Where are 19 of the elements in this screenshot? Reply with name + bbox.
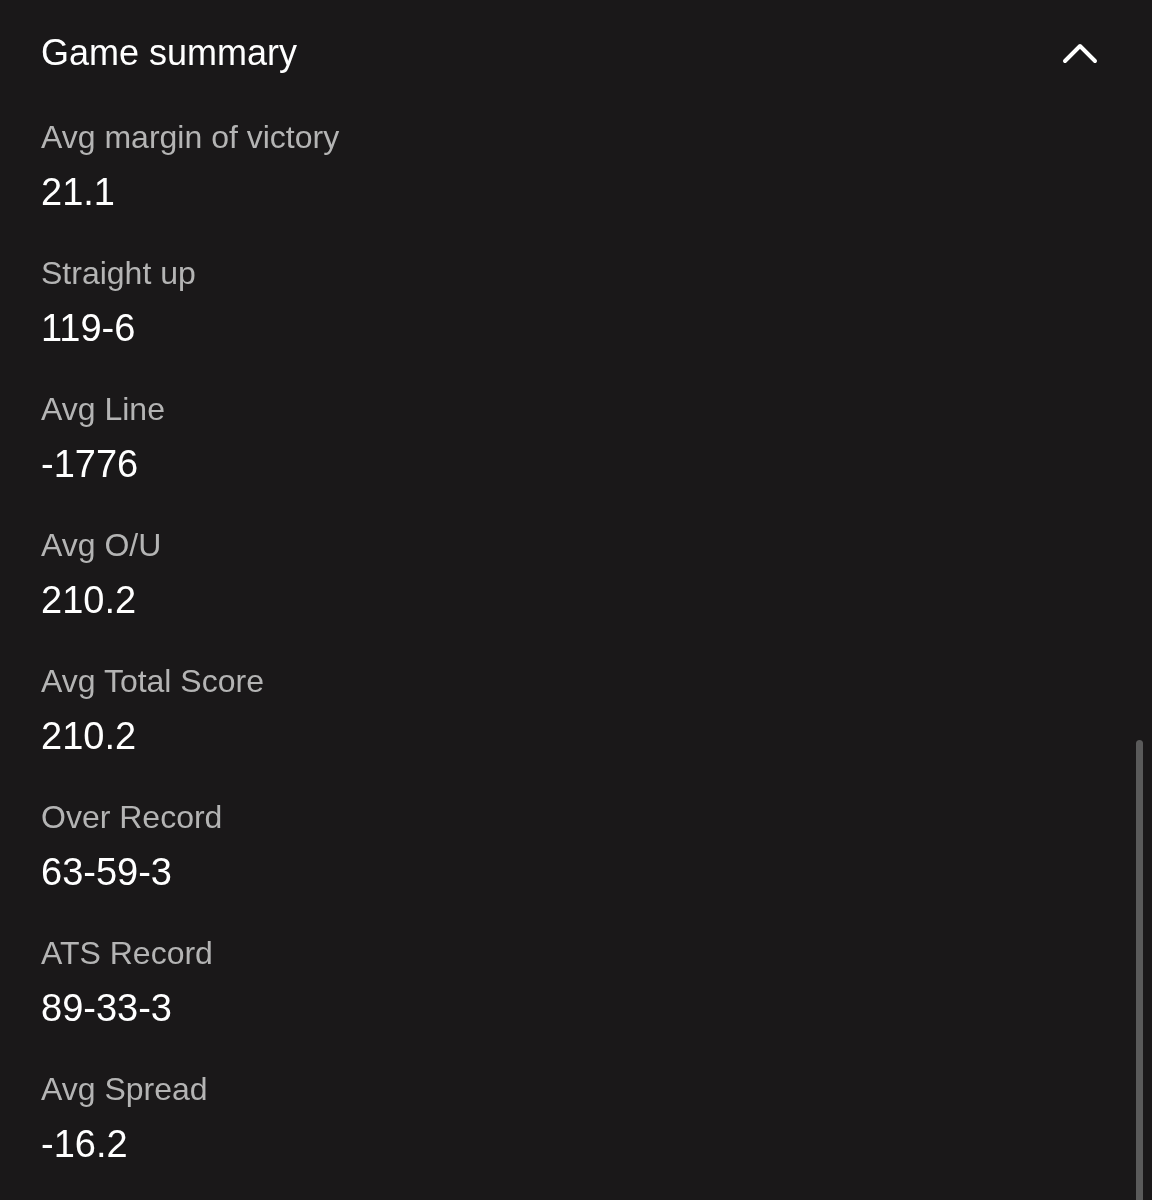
stat-label: ATS Record [41, 934, 214, 973]
section-title: Game summary [41, 31, 298, 75]
stat-value: 63-59-3 [41, 850, 173, 895]
stat-value: 89-33-3 [41, 986, 173, 1031]
stat-value: -16.2 [41, 1122, 129, 1167]
stat-label: Avg O/U [41, 526, 163, 565]
stat-label: Straight up [41, 254, 197, 293]
stat-value: 210.2 [41, 578, 138, 623]
stat-value: 119-6 [41, 306, 137, 351]
scrollbar-thumb[interactable] [1136, 740, 1143, 1200]
stat-value: -1776 [41, 442, 140, 487]
stat-label: Avg Total Score [41, 662, 265, 701]
stat-label: Over Record [41, 798, 224, 837]
stat-label: Avg Spread [41, 1070, 209, 1109]
chevron-icon [1062, 42, 1098, 64]
stat-label: Avg margin of victory [41, 118, 341, 157]
stat-value: 210.2 [41, 714, 138, 759]
stat-value: 21.1 [41, 170, 116, 215]
stat-label: Avg Line [41, 390, 166, 429]
